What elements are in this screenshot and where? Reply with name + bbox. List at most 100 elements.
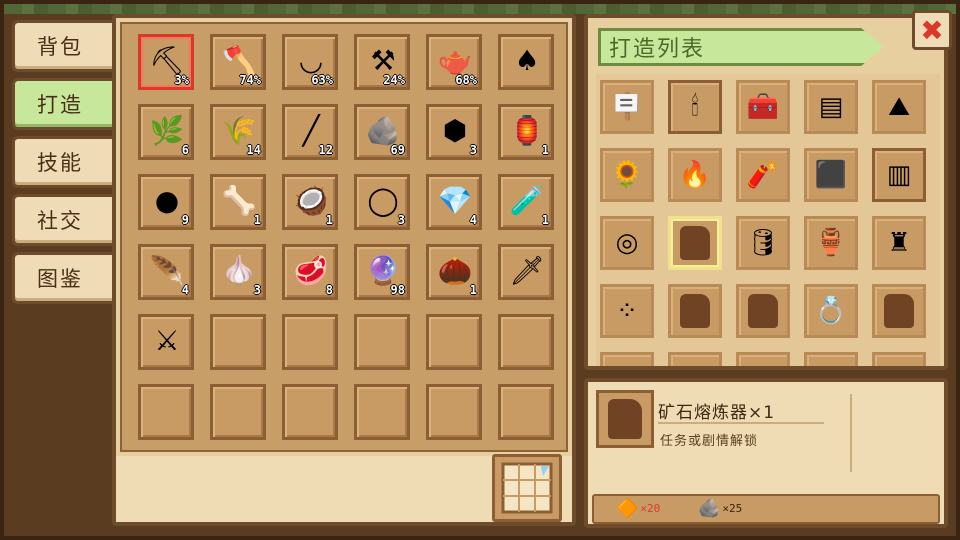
material-requirement: 🔶 ×20 xyxy=(616,498,660,519)
inventory-slot[interactable]: 🪶 4 xyxy=(138,244,194,300)
inventory-slot[interactable]: 🔮 98 xyxy=(354,244,410,300)
blue-sword-icon: ⚔ xyxy=(154,324,180,357)
inventory-slot[interactable]: 🥩 8 xyxy=(282,244,338,300)
inventory-slot[interactable]: ◡ 63% xyxy=(282,34,338,90)
inventory-slot[interactable]: 🌾 14 xyxy=(210,104,266,160)
inventory-slot[interactable] xyxy=(210,314,266,370)
inventory-slot[interactable] xyxy=(354,314,410,370)
signpost-icon: 🪧 xyxy=(610,92,644,122)
item-count: 4 xyxy=(181,283,189,297)
inventory-slot[interactable] xyxy=(138,384,194,440)
inventory-slot[interactable]: ⚔ xyxy=(138,314,194,370)
recipe-unlock-hint: 任务或剧情解锁 xyxy=(660,434,759,449)
gem-ring-icon: 💍 xyxy=(814,296,848,326)
inventory-slot[interactable]: ╱ 12 xyxy=(282,104,338,160)
craft-slot[interactable] xyxy=(668,216,722,270)
inventory-slot[interactable]: 🧪 1 xyxy=(498,174,554,230)
materials-bar: 🔶 ×20 🪨 ×25 xyxy=(592,494,940,524)
craft-slot[interactable] xyxy=(668,284,722,338)
inventory-slot[interactable]: 🏮 1 xyxy=(498,104,554,160)
tab-3[interactable]: 社交 xyxy=(12,194,112,246)
inventory-slot[interactable] xyxy=(282,384,338,440)
craft-slot[interactable] xyxy=(600,352,654,366)
inventory-slot[interactable] xyxy=(498,384,554,440)
craft-slot[interactable]: ◎ xyxy=(600,216,654,270)
inventory-slot[interactable] xyxy=(210,384,266,440)
inventory-slot[interactable]: 🧄 3 xyxy=(210,244,266,300)
craft-slot[interactable]: ⬛ xyxy=(804,148,858,202)
craft-slot[interactable]: ▥ xyxy=(872,148,926,202)
craft-slot[interactable]: 🔥 xyxy=(668,148,722,202)
furnace-icon: ⬛ xyxy=(814,160,848,190)
inventory-slot[interactable] xyxy=(282,314,338,370)
craft-slot[interactable]: 🌻 xyxy=(600,148,654,202)
inventory-slot[interactable] xyxy=(498,314,554,370)
gold-sword-icon: 🗡 xyxy=(509,254,545,287)
inventory-slot[interactable]: ♠ xyxy=(498,34,554,90)
craft-slot[interactable] xyxy=(736,284,790,338)
inventory-slot[interactable]: ◯ 3 xyxy=(354,174,410,230)
inventory-slot[interactable]: ⬢ 3 xyxy=(426,104,482,160)
recipe-detail-panel: 矿石熔炼器×1 任务或剧情解锁 🔶 ×20 🪨 ×25 xyxy=(584,378,948,528)
close-icon: ✖ xyxy=(920,13,944,47)
inventory-slot[interactable] xyxy=(426,314,482,370)
craft-slot[interactable] xyxy=(736,352,790,366)
inventory-slot[interactable]: ⚒ 24% xyxy=(354,34,410,90)
inventory-slot[interactable]: ⛏ 3% xyxy=(138,34,194,90)
dynamite-icon: 🧨 xyxy=(746,160,780,190)
inventory-slot[interactable]: ● 9 xyxy=(138,174,194,230)
craft-slot[interactable] xyxy=(668,352,722,366)
item-count: 3 xyxy=(253,283,261,297)
craft-slot[interactable]: 💍 xyxy=(804,284,858,338)
item-count: 1 xyxy=(253,213,261,227)
inventory-slot[interactable]: 🌰 1 xyxy=(426,244,482,300)
tab-2[interactable]: 技能 xyxy=(12,136,112,188)
craft-list-panel: 打造列表 🪧 🕯 🧰 ▤ ⛰ 🌻 🔥 🧨 ⬛ ▥ ◎ 🛢 🏺 ♜ ⁘ 💍 xyxy=(584,14,948,370)
inventory-slot[interactable] xyxy=(426,384,482,440)
inventory-slot[interactable]: 🌿 6 xyxy=(138,104,194,160)
locked-item-icon xyxy=(884,294,914,328)
inventory-slot[interactable]: 🥥 1 xyxy=(282,174,338,230)
inventory-slot[interactable] xyxy=(354,384,410,440)
craft-slot[interactable]: 🕯 xyxy=(668,80,722,134)
material-quantity: ×20 xyxy=(640,502,661,515)
inventory-slot[interactable]: 🗡 xyxy=(498,244,554,300)
item-count: 98 xyxy=(390,283,405,297)
tab-0[interactable]: 背包 xyxy=(12,20,112,72)
statue-icon: ♜ xyxy=(887,228,911,258)
craft-slot[interactable]: 🧨 xyxy=(736,148,790,202)
craft-slot[interactable] xyxy=(872,284,926,338)
item-count: 69 xyxy=(390,143,405,157)
item-count: 1 xyxy=(469,283,477,297)
craft-slot[interactable]: ⛰ xyxy=(872,80,926,134)
stone-icon: 🪨 xyxy=(698,498,721,519)
chest-icon: 🧰 xyxy=(746,92,780,122)
craft-slot[interactable] xyxy=(804,352,858,366)
item-count: 12 xyxy=(318,143,333,157)
inventory-slot[interactable]: 🪓 74% xyxy=(210,34,266,90)
wood-plank-icon: ▤ xyxy=(818,92,844,122)
craft-slot[interactable]: ▤ xyxy=(804,80,858,134)
ore-pile-icon: ⛰ xyxy=(888,91,910,122)
craft-slot[interactable] xyxy=(872,352,926,366)
scarecrow-icon: 🌻 xyxy=(610,160,644,190)
barrel-icon: 🛢 xyxy=(746,228,780,258)
locked-item-icon xyxy=(680,294,710,328)
item-count: 1 xyxy=(541,143,549,157)
grid-toggle-button[interactable] xyxy=(492,454,562,522)
inventory-slot[interactable]: 💎 4 xyxy=(426,174,482,230)
craft-slot[interactable]: ⁘ xyxy=(600,284,654,338)
tab-1[interactable]: 打造 xyxy=(12,78,116,130)
craft-slot[interactable]: 🧰 xyxy=(736,80,790,134)
inventory-slot[interactable]: 🫖 68% xyxy=(426,34,482,90)
craft-slot[interactable]: 🪧 xyxy=(600,80,654,134)
inventory-slot[interactable]: 🦴 1 xyxy=(210,174,266,230)
craft-slot[interactable]: 🏺 xyxy=(804,216,858,270)
inventory-slot[interactable]: 🪨 69 xyxy=(354,104,410,160)
close-button[interactable]: ✖ xyxy=(912,10,952,50)
craft-slot[interactable]: 🛢 xyxy=(736,216,790,270)
item-count: 1 xyxy=(541,213,549,227)
craft-slot[interactable]: ♜ xyxy=(872,216,926,270)
tab-4[interactable]: 图鉴 xyxy=(12,252,112,304)
tab-label: 背包 xyxy=(37,35,83,59)
